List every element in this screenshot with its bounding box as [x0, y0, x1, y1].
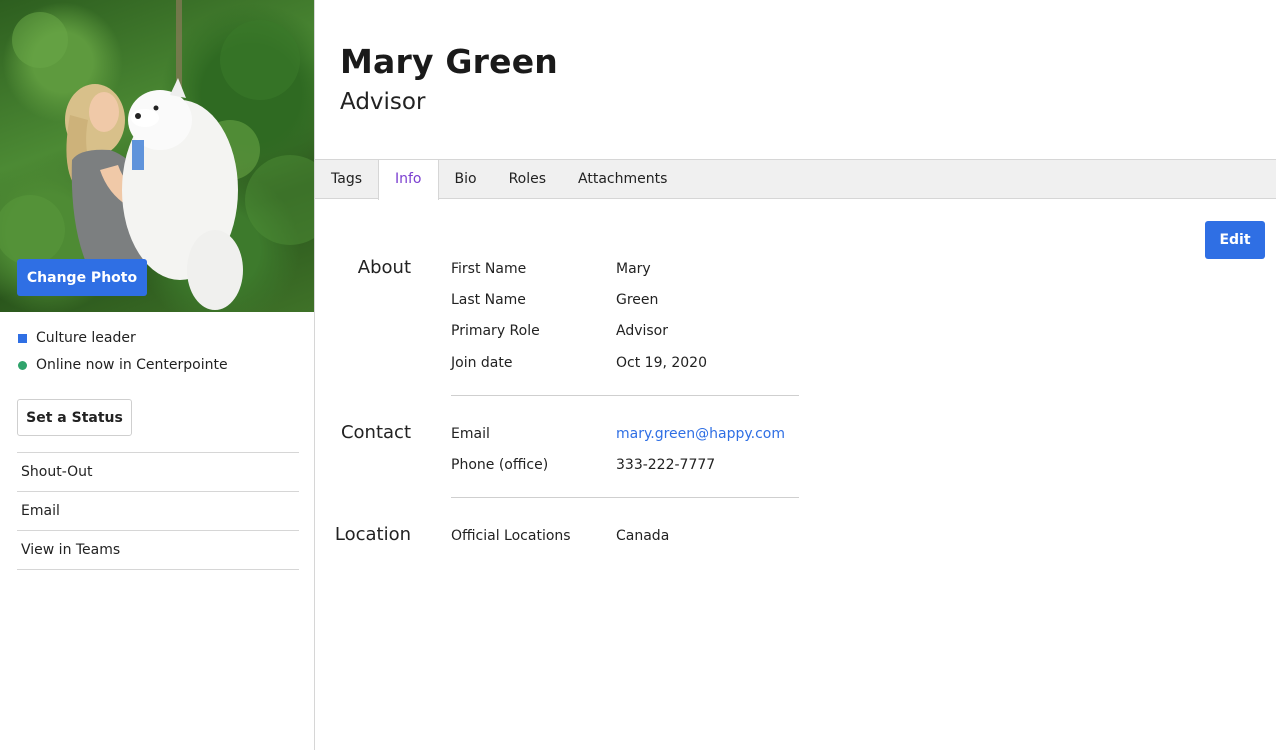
set-status-button[interactable]: Set a Status	[17, 399, 132, 436]
profile-sidebar: Change Photo Culture leader Online now i…	[0, 0, 315, 750]
official-locations-label: Official Locations	[451, 528, 571, 544]
shout-out-link[interactable]: Shout-Out	[17, 453, 299, 492]
section-about-label: About	[357, 257, 411, 278]
tab-bio[interactable]: Bio	[439, 160, 493, 199]
profile-photo: Change Photo	[0, 0, 314, 312]
email-label: Email	[451, 426, 490, 442]
status-online: Online now in Centerpointe	[18, 357, 228, 373]
join-date-label: Join date	[451, 355, 513, 371]
divider	[451, 395, 799, 396]
tab-tags[interactable]: Tags	[315, 160, 378, 199]
official-locations-value: Canada	[616, 528, 670, 544]
edit-button[interactable]: Edit	[1205, 221, 1265, 259]
tab-info[interactable]: Info	[378, 160, 439, 200]
square-bullet-icon	[18, 333, 27, 343]
phone-label: Phone (office)	[451, 457, 549, 473]
primary-role-value: Advisor	[616, 323, 669, 339]
online-dot-icon	[18, 360, 27, 370]
job-title: Advisor	[340, 89, 426, 115]
email-value-link[interactable]: mary.green@happy.com	[616, 426, 785, 442]
section-contact-label: Contact	[340, 422, 411, 443]
status-culture-leader: Culture leader	[18, 330, 136, 346]
first-name-value: Mary	[616, 261, 651, 277]
email-link[interactable]: Email	[17, 492, 299, 531]
primary-role-label: Primary Role	[451, 323, 540, 339]
status-online-label: Online now in Centerpointe	[36, 357, 228, 373]
phone-value: 333-222-7777	[616, 457, 716, 473]
page-title: Mary Green	[340, 42, 558, 81]
view-in-teams-link[interactable]: View in Teams	[17, 531, 299, 570]
status-culture-leader-label: Culture leader	[36, 330, 136, 346]
last-name-value: Green	[616, 292, 659, 308]
change-photo-button[interactable]: Change Photo	[17, 259, 147, 296]
profile-actions-list: Shout-Out Email View in Teams	[17, 452, 299, 570]
first-name-label: First Name	[451, 261, 527, 277]
section-location-label: Location	[334, 524, 411, 545]
profile-tabs: Tags Info Bio Roles Attachments	[315, 159, 1276, 200]
tab-attachments[interactable]: Attachments	[562, 160, 683, 199]
divider	[451, 497, 799, 498]
tab-roles[interactable]: Roles	[493, 160, 562, 199]
last-name-label: Last Name	[451, 292, 526, 308]
join-date-value: Oct 19, 2020	[616, 355, 707, 371]
